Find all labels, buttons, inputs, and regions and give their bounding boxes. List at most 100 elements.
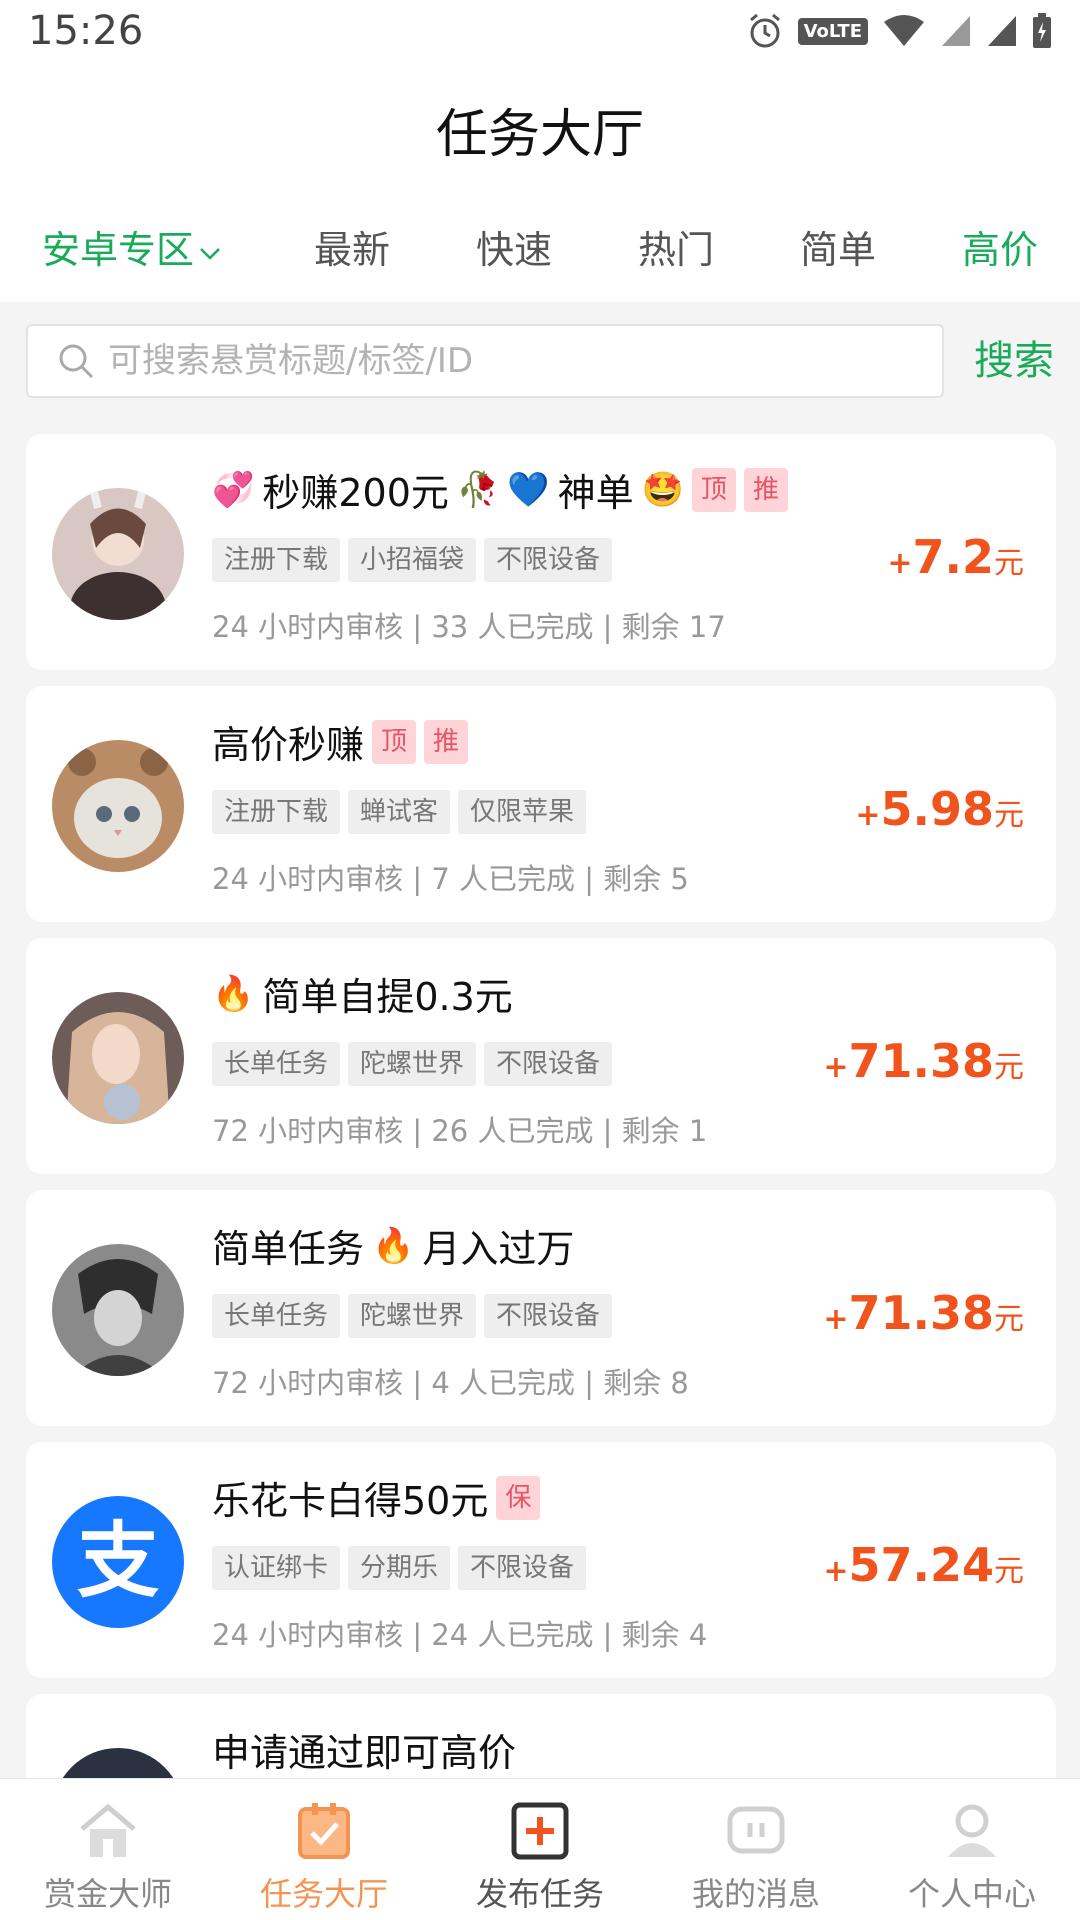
nav-task-hall[interactable]: 任务大厅: [216, 1779, 432, 1920]
nav-my-messages[interactable]: 我的消息: [648, 1779, 864, 1920]
task-price: +57.24元: [823, 1538, 1024, 1592]
star-eyes-icon: 🤩: [641, 469, 684, 510]
search-icon: [59, 344, 94, 379]
nav-bounty-master[interactable]: 赏金大师: [0, 1779, 216, 1920]
task-tags: 长单任务 陀螺世界 不限设备: [212, 1294, 613, 1338]
badge-top: 顶: [691, 467, 736, 512]
tab-label: 安卓专区: [42, 228, 195, 272]
category-tabs: 安卓专区 最新 快速 热门 简单 高价: [0, 210, 1080, 290]
tag: 不限设备: [458, 1546, 587, 1590]
task-title-suffix: 月入过万: [422, 1227, 575, 1271]
task-tags: 注册下载 小招福袋 不限设备: [212, 538, 613, 582]
tag: 长单任务: [212, 1294, 341, 1338]
task-card[interactable]: 🔥 简单自提0.3元 长单任务 陀螺世界 不限设备 72 小时内审核 | 26 …: [26, 938, 1056, 1174]
message-icon: [727, 1806, 785, 1854]
tag: 不限设备: [484, 1042, 613, 1086]
status-bar: 15:26 VoLTE: [0, 0, 1080, 62]
tag: 分期乐: [348, 1546, 451, 1590]
page-title: 任务大厅: [435, 105, 644, 165]
price-sign: +: [823, 1302, 849, 1337]
task-price: +71.38元: [823, 1034, 1024, 1088]
nav-profile[interactable]: 个人中心: [864, 1779, 1080, 1920]
search-box[interactable]: [26, 324, 944, 398]
task-title: 申请通过即可高价: [212, 1722, 516, 1777]
tab-android-zone[interactable]: 安卓专区: [42, 210, 222, 290]
avatar: [52, 1244, 184, 1376]
price-unit: 元: [994, 1302, 1024, 1337]
badge-recommend: 推: [424, 719, 469, 764]
price-unit: 元: [994, 798, 1024, 833]
task-title-text: 简单自提0.3元: [262, 975, 513, 1019]
search-bar: 搜索: [0, 302, 1080, 412]
task-title: 简单任务 🔥 月入过万: [212, 1218, 574, 1273]
alarm-icon: [746, 12, 784, 50]
task-card[interactable]: 简单任务 🔥 月入过万 长单任务 陀螺世界 不限设备 72 小时内审核 | 4 …: [26, 1190, 1056, 1426]
nav-label: 我的消息: [691, 1875, 820, 1913]
task-title: 高价秒赚 顶 推: [212, 714, 469, 769]
tab-latest[interactable]: 最新: [314, 210, 390, 290]
bottom-nav: 赏金大师 任务大厅 发布任务 我的消息 个人中心: [0, 1778, 1080, 1920]
task-tags: 长单任务 陀螺世界 不限设备: [212, 1042, 613, 1086]
task-meta: 72 小时内审核 | 4 人已完成 | 剩余 8: [212, 1366, 689, 1400]
avatar: [52, 740, 184, 872]
nav-publish-task[interactable]: 发布任务: [432, 1779, 648, 1920]
status-time: 15:26: [28, 8, 144, 54]
battery-icon: [1032, 13, 1052, 49]
volte-badge: VoLTE: [797, 17, 868, 45]
price-amount: 7.2: [912, 530, 995, 584]
alipay-logo-glyph: 支: [76, 1514, 159, 1609]
tag: 注册下载: [212, 538, 341, 582]
badge-recommend: 推: [743, 467, 788, 512]
search-button[interactable]: 搜索: [974, 324, 1054, 398]
price-amount: 57.24: [848, 1538, 994, 1592]
avatar: [52, 992, 184, 1124]
price-sign: +: [887, 546, 913, 581]
tag: 陀螺世界: [348, 1294, 477, 1338]
task-meta: 72 小时内审核 | 26 人已完成 | 剩余 1: [212, 1114, 708, 1148]
tag: 长单任务: [212, 1042, 341, 1086]
tag: 不限设备: [484, 538, 613, 582]
tab-simple[interactable]: 简单: [800, 210, 876, 290]
task-title-text: 高价秒赚: [212, 723, 365, 767]
price-sign: +: [823, 1554, 849, 1589]
tab-hot[interactable]: 热门: [638, 210, 714, 290]
signal-icon-2: [986, 14, 1018, 48]
task-tags: 注册下载 蝉试客 仅限苹果: [212, 790, 587, 834]
tag: 不限设备: [484, 1294, 613, 1338]
tab-high-price[interactable]: 高价: [962, 210, 1038, 290]
tag: 认证绑卡: [212, 1546, 341, 1590]
task-board-icon: [298, 1803, 350, 1859]
tag: 注册下载: [212, 790, 341, 834]
header: 任务大厅 安卓专区 最新 快速 热门 简单 高价: [0, 62, 1080, 302]
task-title: 🔥 简单自提0.3元: [212, 966, 513, 1021]
fire-icon: 🔥: [212, 973, 255, 1014]
search-input[interactable]: [108, 341, 908, 381]
task-price: +71.38元: [823, 1286, 1024, 1340]
task-card[interactable]: 支 乐花卡白得50元 保 认证绑卡 分期乐 不限设备 24 小时内审核 | 24…: [26, 1442, 1056, 1678]
task-card[interactable]: 高价秒赚 顶 推 注册下载 蝉试客 仅限苹果 24 小时内审核 | 7 人已完成…: [26, 686, 1056, 922]
hearts-icon: 💞: [212, 469, 255, 510]
badge-top: 顶: [372, 719, 417, 764]
rose-icon: 🥀: [456, 469, 500, 510]
task-meta: 24 小时内审核 | 7 人已完成 | 剩余 5: [212, 862, 689, 896]
task-meta: 24 小时内审核 | 24 人已完成 | 剩余 4: [212, 1618, 708, 1652]
tag: 仅限苹果: [458, 790, 587, 834]
task-price: +5.98元: [855, 782, 1024, 836]
task-title-text: 乐花卡白得50元: [212, 1479, 489, 1523]
status-icons: VoLTE: [746, 12, 1052, 50]
task-title-text: 简单任务: [212, 1227, 365, 1271]
price-sign: +: [823, 1050, 849, 1085]
blue-heart-icon: 💙: [507, 469, 550, 510]
home-icon: [80, 1803, 136, 1857]
tab-fast[interactable]: 快速: [476, 210, 552, 290]
tag: 蝉试客: [348, 790, 451, 834]
task-meta: 24 小时内审核 | 33 人已完成 | 剩余 17: [212, 610, 726, 644]
price-sign: +: [855, 798, 881, 833]
tag: 小招福袋: [348, 538, 477, 582]
price-unit: 元: [994, 546, 1024, 581]
chevron-down-icon: [200, 247, 220, 260]
task-title: 乐花卡白得50元 保: [212, 1470, 541, 1525]
task-card[interactable]: 💞 秒赚200元 🥀 💙 神单 🤩 顶 推 注册下载 小招福袋 不限设备 24 …: [26, 434, 1056, 670]
tag: 陀螺世界: [348, 1042, 477, 1086]
price-unit: 元: [994, 1050, 1024, 1085]
